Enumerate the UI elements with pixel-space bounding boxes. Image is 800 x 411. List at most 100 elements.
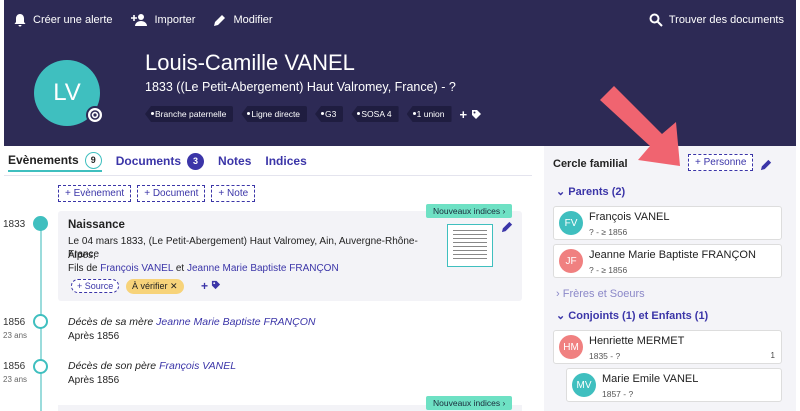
pencil-icon — [214, 15, 226, 26]
person-name: Henriette MERMET — [589, 335, 685, 347]
tab-events[interactable]: Evènements 9 — [8, 150, 102, 172]
add-tag-label: + — [459, 106, 468, 122]
create-alert-label: Créer une alerte — [33, 14, 113, 26]
add-tag-button[interactable]: + — [201, 279, 221, 293]
top-toolbar: Créer une alerte Importer Modifier Trouv… — [4, 0, 796, 40]
document-thumbnail[interactable] — [447, 224, 493, 267]
mother-link[interactable]: Jeanne Marie Baptiste FRANÇON — [187, 263, 339, 274]
parents-section-header[interactable]: ⌄ Parents (2) — [556, 185, 625, 198]
tab-notes-label: Notes — [218, 154, 252, 168]
tag-sosa[interactable]: SOSA 4 — [351, 106, 399, 122]
tab-documents[interactable]: Documents 3 — [115, 150, 205, 172]
event-year: 1856 — [3, 317, 26, 328]
person-name: Louis-Camille VANEL — [145, 50, 355, 75]
tab-bar: Evènements 9 Documents 3 Notes Indices — [4, 150, 532, 176]
person-card-father[interactable]: FV François VANEL ? - ≥ 1856 — [553, 206, 782, 240]
avatar-initials: LV — [53, 79, 81, 106]
highlight-arrow-icon — [600, 86, 680, 166]
event-year: 1833 — [3, 219, 26, 230]
person-name: François VANEL — [589, 211, 670, 223]
person-card-child[interactable]: MV Marie Emile VANEL 1857 - ? — [566, 368, 782, 402]
event-mother-death[interactable]: Décès de sa mère Jeanne Marie Baptiste F… — [68, 316, 315, 328]
timeline-dot — [33, 216, 48, 231]
tab-indices[interactable]: Indices — [265, 150, 306, 172]
person-dates: 1857 - ? — [602, 389, 634, 399]
tag-branch[interactable]: Branche paternelle — [145, 106, 234, 122]
children-count: 1 — [770, 351, 775, 360]
parents-prefix: Fils de — [68, 263, 98, 274]
spouses-section-header[interactable]: ⌄ Conjoints (1) et Enfants (1) — [556, 309, 708, 322]
add-buttons-row: + Evènement + Document + Note — [58, 185, 256, 202]
spouses-header-label: Conjoints (1) et Enfants (1) — [568, 310, 709, 322]
avatar: JF — [559, 249, 583, 273]
event-year: 1856 — [3, 361, 26, 372]
siblings-header-label: Frères et Soeurs — [562, 288, 645, 300]
birth-event-card[interactable]: Nouveaux indices › Naissance Le 04 mars … — [58, 204, 522, 301]
new-clues-badge[interactable]: Nouveaux indices › — [426, 204, 513, 218]
father-link[interactable]: François VANEL — [100, 263, 173, 274]
event-age: 23 ans — [3, 375, 28, 384]
event-date: Après 1856 — [68, 331, 120, 342]
tab-notes[interactable]: Notes — [218, 150, 251, 172]
pencil-icon[interactable] — [760, 158, 773, 171]
tag-union[interactable]: 1 union — [406, 106, 452, 122]
event-title: Naissance — [68, 219, 125, 231]
mother-link[interactable]: Jeanne Marie Baptiste FRANÇON — [156, 316, 315, 328]
chevron-down-icon: ⌄ — [556, 310, 569, 322]
person-card-mother[interactable]: JF Jeanne Marie Baptiste FRANÇON ? - ≥ 1… — [553, 244, 782, 278]
person-card-spouse[interactable]: HM Henriette MERMET 1835 - ? 1 — [553, 330, 782, 364]
timeline-dot — [33, 314, 48, 329]
person-dates: 1835 - ? — [589, 351, 621, 361]
find-documents-label: Trouver des documents — [668, 14, 784, 26]
chevron-right-icon: › — [556, 288, 563, 300]
chevron-down-icon: ⌄ — [556, 186, 569, 198]
event-place-line-2: France — [68, 249, 100, 260]
avatar: HM — [559, 335, 583, 359]
person-name: Jeanne Marie Baptiste FRANÇON — [589, 249, 756, 261]
person-name: Marie Emile VANEL — [602, 373, 699, 385]
tag-icon — [471, 109, 481, 119]
edit-button[interactable]: Modifier — [204, 0, 281, 40]
search-icon — [649, 13, 663, 27]
avatar: FV — [559, 211, 583, 235]
find-documents-button[interactable]: Trouver des documents — [640, 0, 796, 40]
import-button[interactable]: Importer — [122, 0, 205, 40]
person-dates: ? - ≥ 1856 — [589, 265, 628, 275]
events-count-badge: 9 — [84, 151, 102, 169]
event-text: Décès de sa mère — [68, 316, 154, 328]
person-dates: ? - ≥ 1856 — [589, 227, 628, 237]
tag-generation[interactable]: G3 — [315, 106, 344, 122]
add-label: + — [201, 279, 209, 293]
event-date: Après 1856 — [68, 375, 120, 386]
person-subtitle: 1833 ((Le Petit-Abergement) Haut Valrome… — [145, 80, 456, 94]
documents-count-badge: 3 — [187, 152, 205, 170]
import-label: Importer — [154, 14, 196, 26]
create-alert-button[interactable]: Créer une alerte — [4, 0, 122, 40]
add-source-button[interactable]: + Source — [71, 279, 120, 293]
parents-and: et — [175, 263, 185, 274]
add-person-button[interactable]: + Personne — [688, 154, 754, 171]
add-document-button[interactable]: + Document — [137, 185, 206, 202]
new-clues-badge[interactable]: Nouveaux indices › — [426, 396, 513, 410]
tag-direct-line[interactable]: Ligne directe — [241, 106, 308, 122]
avatar: MV — [572, 373, 596, 397]
event-father-death[interactable]: Décès de son père François VANEL — [68, 360, 236, 372]
parents-header-label: Parents (2) — [568, 186, 626, 198]
person-tags: Branche paternelle Ligne directe G3 SOSA… — [145, 106, 482, 122]
siblings-section-header[interactable]: › Frères et Soeurs — [556, 288, 645, 300]
add-user-icon — [130, 14, 147, 26]
pencil-icon[interactable] — [501, 220, 514, 233]
tag-icon — [212, 280, 221, 290]
event-parents-line: Fils de François VANEL et Jeanne Marie B… — [68, 262, 438, 276]
edit-label: Modifier — [233, 14, 273, 26]
timeline-dot — [33, 359, 48, 374]
bell-icon — [14, 14, 26, 27]
add-tag-button[interactable]: + — [460, 107, 482, 122]
add-event-button[interactable]: + Evènement — [58, 185, 132, 202]
event-text: Décès de son père — [68, 360, 157, 372]
add-note-button[interactable]: + Note — [211, 185, 256, 202]
to-verify-badge[interactable]: À vérifier ✕ — [126, 279, 184, 294]
father-link[interactable]: François VANEL — [159, 360, 236, 372]
tab-documents-label: Documents — [115, 154, 182, 168]
target-icon — [86, 106, 104, 124]
